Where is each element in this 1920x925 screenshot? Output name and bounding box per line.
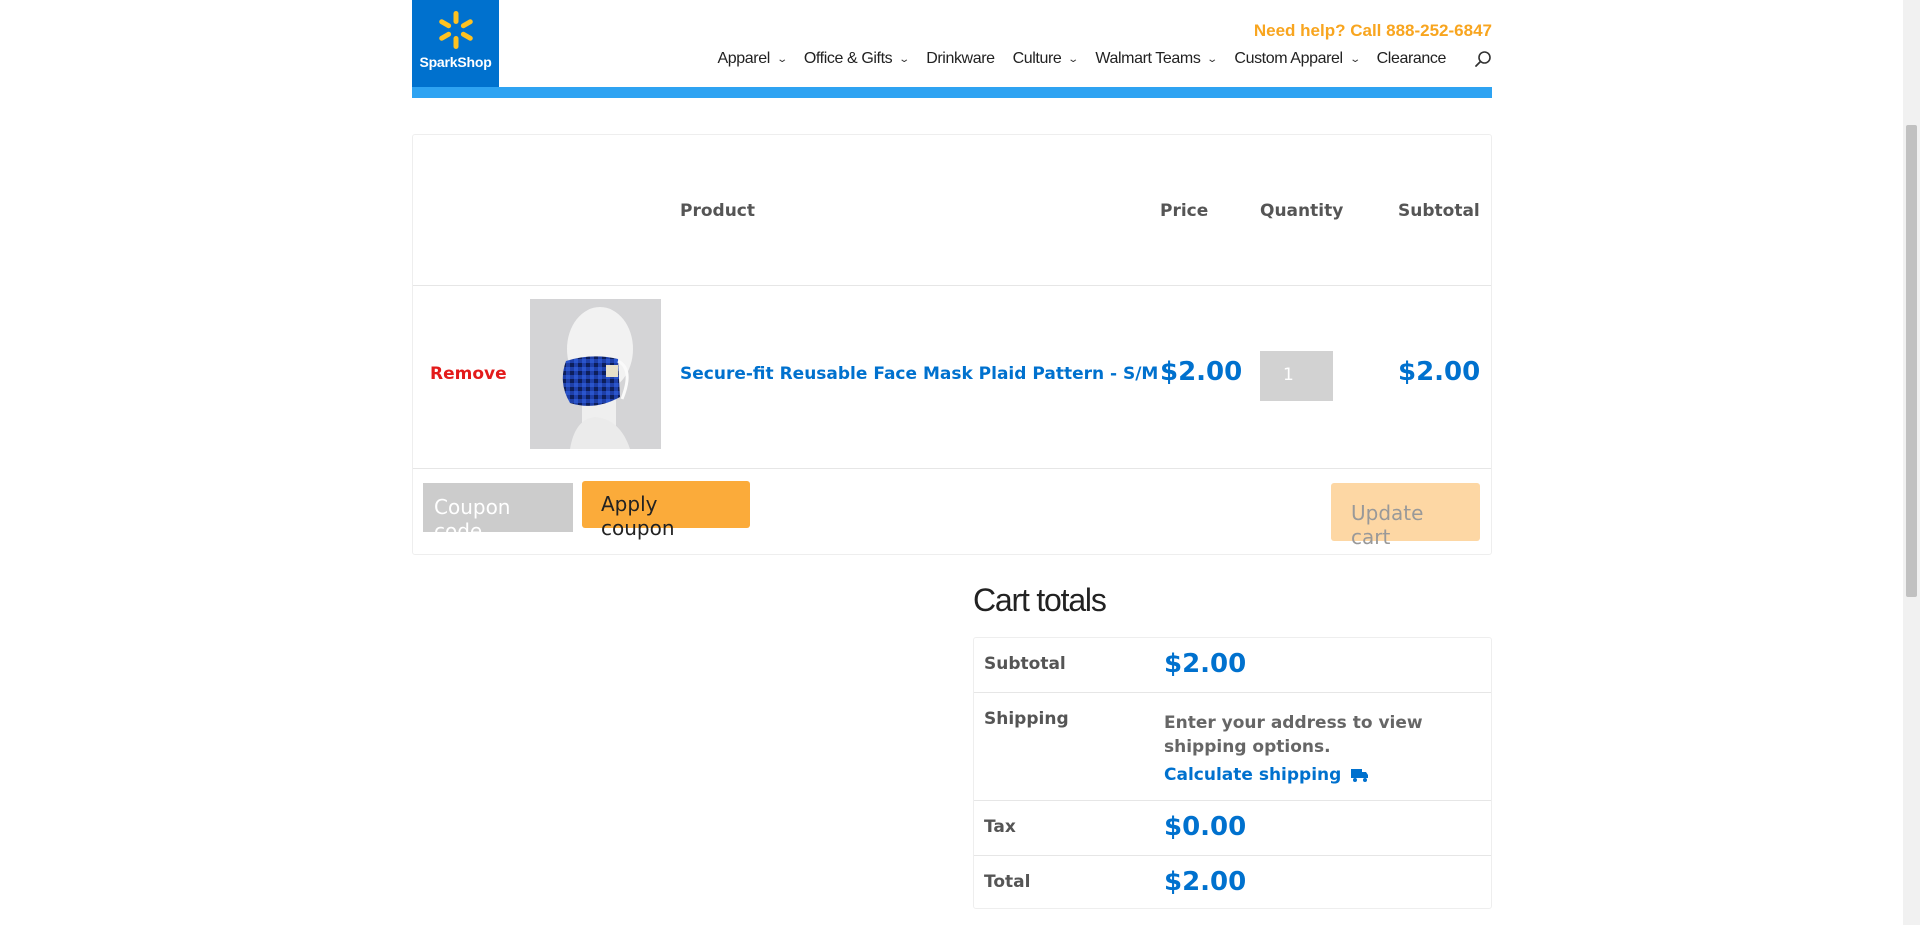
truck-icon [1351,769,1369,782]
search-icon[interactable] [1474,50,1492,68]
scrollbar-thumb[interactable] [1906,125,1917,597]
nav-label: Custom Apparel [1234,50,1343,67]
apply-coupon-button[interactable]: Apply coupon [582,481,750,540]
totals-row-tax: Tax $0.00 [974,801,1491,856]
help-phone-link[interactable]: Need help? Call 888-252-6847 [1254,21,1492,41]
chevron-down-icon: ⌄ [898,53,911,65]
chevron-down-icon: ⌄ [1206,53,1219,65]
nav-item-drinkware[interactable]: Drinkware [926,50,995,68]
column-product: Product [680,201,755,221]
nav-label: Walmart Teams [1095,50,1201,67]
logo-text: SparkShop [419,54,492,70]
column-subtotal: Subtotal [1398,201,1480,221]
nav-item-apparel[interactable]: Apparel ⌄ [717,50,788,68]
cart-table: Product Price Quantity Subtotal Remove S… [412,134,1492,555]
chevron-down-icon: ⌄ [776,53,788,65]
page-scrollbar[interactable] [1903,0,1920,925]
site-header: SparkShop Need help? Call 888-252-6847 A… [412,0,1492,98]
sparkshop-logo[interactable]: SparkShop [412,0,499,87]
nav-label: Apparel [717,50,771,67]
nav-item-office-gifts[interactable]: Office & Gifts ⌄ [803,50,911,68]
column-price: Price [1160,201,1209,221]
totals-row-total: Total $2.00 [974,856,1491,910]
quantity-input[interactable]: 1 [1260,351,1333,401]
nav-label: Culture [1012,50,1062,67]
nav-label: Drinkware [926,50,995,67]
nav-item-custom-apparel[interactable]: Custom Apparel ⌄ [1234,50,1361,68]
product-subtotal: $2.00 [1398,357,1481,387]
subtotal-value: $2.00 [1164,649,1247,679]
nav-item-culture[interactable]: Culture ⌄ [1012,50,1080,68]
chevron-down-icon: ⌄ [1067,53,1080,65]
remove-item-link[interactable]: Remove [430,364,507,384]
cart-table-header: Product Price Quantity Subtotal [413,135,1491,286]
shipping-message: Enter your address to view shipping opti… [1164,713,1423,757]
tax-value: $0.00 [1164,812,1247,842]
face-mask-image [530,299,661,449]
subtotal-label: Subtotal [984,654,1066,674]
product-thumbnail[interactable] [530,299,661,449]
totals-row-subtotal: Subtotal $2.00 [974,638,1491,693]
nav-label: Office & Gifts [803,50,893,67]
cart-totals-table: Subtotal $2.00 Shipping Enter your addre… [973,637,1492,909]
main-nav: Apparel ⌄ Office & Gifts ⌄ Drinkware Cultu… [700,50,1492,68]
cart-totals-title: Cart totals [973,582,1107,618]
calculate-shipping-label: Calculate shipping [1164,765,1342,785]
total-label: Total [984,872,1031,892]
spark-icon [438,11,473,49]
total-value: $2.00 [1164,867,1247,897]
table-row: Remove Secure-fit Reusable Face Mask Pla… [413,286,1491,469]
totals-row-shipping: Shipping Enter your address to view ship… [974,693,1491,801]
product-name-link[interactable]: Secure-fit Reusable Face Mask Plaid Patt… [680,364,1158,384]
calculate-shipping-link[interactable]: Calculate shipping [1164,765,1369,785]
update-cart-button[interactable]: Update cart [1331,483,1480,549]
nav-item-walmart-teams[interactable]: Walmart Teams ⌄ [1095,50,1219,68]
product-price: $2.00 [1160,357,1243,387]
column-quantity: Quantity [1260,201,1344,221]
chevron-down-icon: ⌄ [1349,53,1361,65]
nav-item-clearance[interactable]: Clearance [1376,50,1447,68]
tax-label: Tax [984,817,1016,837]
coupon-code-input[interactable]: Coupon code [423,483,573,543]
header-accent-bar [412,87,1492,98]
nav-label: Clearance [1376,50,1447,67]
shipping-label: Shipping [984,709,1069,729]
